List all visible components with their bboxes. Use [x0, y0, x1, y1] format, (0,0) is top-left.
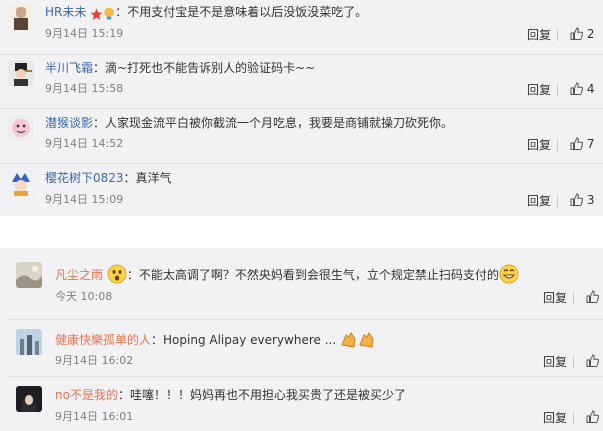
like-button[interactable]: 4	[570, 82, 594, 96]
username[interactable]: 健康快樂孤单的人	[55, 333, 151, 347]
comment-text: ：不用支付宝是不是意味着以后没饭没菜吃了。	[115, 5, 368, 19]
like-count: 2	[586, 27, 595, 41]
username[interactable]: 凡尘之雨	[55, 268, 103, 282]
comment-list-bottom: 凡尘之雨 ：不能太高调了啊？不然央妈看到会很生气，立个规定禁止扫码支付的 今天 …	[0, 248, 603, 431]
reply-button[interactable]: 回复	[543, 291, 567, 305]
username[interactable]: 樱花树下0823	[45, 171, 124, 185]
like-button[interactable]: 3	[570, 193, 594, 207]
thumbs-up-icon	[586, 410, 600, 423]
shocked-face-emoji	[107, 264, 127, 288]
action-divider	[573, 412, 574, 424]
comment-text: ：真洋气	[123, 171, 172, 185]
thumbs-up-icon	[570, 82, 584, 95]
avatar[interactable]	[16, 262, 42, 288]
lightbulb-badge-icon	[103, 7, 115, 25]
reply-button[interactable]: 回复	[527, 194, 551, 208]
star-badge-icon	[90, 8, 103, 25]
comment-time: 9月14日 14:52	[45, 137, 124, 150]
thumbs-up-icon	[586, 290, 600, 303]
like-button[interactable]	[586, 410, 600, 424]
avatar[interactable]	[8, 170, 34, 196]
thumbs-up-icon	[570, 193, 584, 206]
username[interactable]: HR未未	[45, 5, 86, 19]
comment-time: 9月14日 15:19	[45, 27, 124, 40]
comment-time: 9月14日 16:01	[55, 410, 134, 423]
action-divider	[573, 292, 574, 304]
avatar[interactable]	[8, 4, 34, 30]
action-divider	[557, 84, 558, 96]
like-button[interactable]	[586, 354, 600, 368]
grinning-face-emoji	[499, 264, 519, 288]
comment-time: 9月14日 15:09	[45, 193, 124, 206]
comment-text: ：滴~打死也不能告诉别人的验证码卡~~	[93, 61, 316, 75]
comment-item: 半川飞霜：滴~打死也不能告诉别人的验证码卡~~ 9月14日 15:58 回复 4	[0, 55, 603, 109]
like-count: 7	[586, 137, 595, 151]
comment-list-top: HR未未 ：不用支付宝是不是意味着以后没饭没菜吃了。 9月14日 15:19 回…	[0, 0, 603, 216]
avatar[interactable]	[8, 60, 34, 86]
comment-item: HR未未 ：不用支付宝是不是意味着以后没饭没菜吃了。 9月14日 15:19 回…	[0, 0, 603, 55]
like-button[interactable]: 7	[570, 137, 594, 151]
reply-button[interactable]: 回复	[543, 355, 567, 369]
reply-button[interactable]: 回复	[527, 83, 551, 97]
reply-button[interactable]: 回复	[543, 411, 567, 425]
comment-item: 凡尘之雨 ：不能太高调了啊？不然央妈看到会很生气，立个规定禁止扫码支付的 今天 …	[0, 248, 603, 320]
username[interactable]: no不是我的	[55, 388, 118, 402]
comment-text: ：人家现金流平白被你截流一个月吃息，我要是商铺就操刀砍死你。	[93, 116, 454, 130]
thumbs-up-icon	[570, 137, 584, 150]
thumbs-up-icon	[586, 354, 600, 367]
comment-time: 今天 10:08	[55, 290, 113, 303]
like-button[interactable]	[586, 290, 600, 304]
like-button[interactable]: 2	[570, 27, 594, 41]
thumbs-up-icon	[570, 27, 584, 40]
comment-text: ：不能太高调了啊？不然央妈看到会很生气，立个规定禁止扫码支付的	[126, 268, 499, 282]
like-count: 3	[586, 193, 595, 207]
reply-button[interactable]: 回复	[527, 138, 551, 152]
action-divider	[557, 139, 558, 151]
comment-text: ：Hoping Alipay everywhere ...	[151, 333, 337, 347]
comment-item: 健康快樂孤单的人：Hoping Alipay everywhere ... 9月…	[0, 320, 603, 377]
comment-time: 9月14日 16:02	[55, 354, 134, 367]
action-divider	[557, 195, 558, 207]
comment-item: 樱花树下0823：真洋气 9月14日 15:09 回复 3	[0, 164, 603, 216]
username[interactable]: 潜猴谈影	[45, 116, 93, 130]
like-count: 4	[586, 82, 595, 96]
comment-item: no不是我的：哇噻！！！妈妈再也不用担心我买贵了还是被买少了 9月14日 16:…	[0, 377, 603, 431]
reply-button[interactable]: 回复	[527, 28, 551, 42]
clapping-hands-emoji	[340, 331, 376, 353]
avatar[interactable]	[8, 115, 34, 141]
avatar[interactable]	[16, 386, 42, 412]
username[interactable]: 半川飞霜	[45, 61, 93, 75]
comment-text: ：哇噻！！！妈妈再也不用担心我买贵了还是被买少了	[117, 388, 406, 402]
action-divider	[573, 356, 574, 368]
action-divider	[557, 29, 558, 41]
avatar[interactable]	[16, 329, 42, 355]
comment-time: 9月14日 15:58	[45, 82, 124, 95]
comment-item: 潜猴谈影：人家现金流平白被你截流一个月吃息，我要是商铺就操刀砍死你。 9月14日…	[0, 109, 603, 164]
